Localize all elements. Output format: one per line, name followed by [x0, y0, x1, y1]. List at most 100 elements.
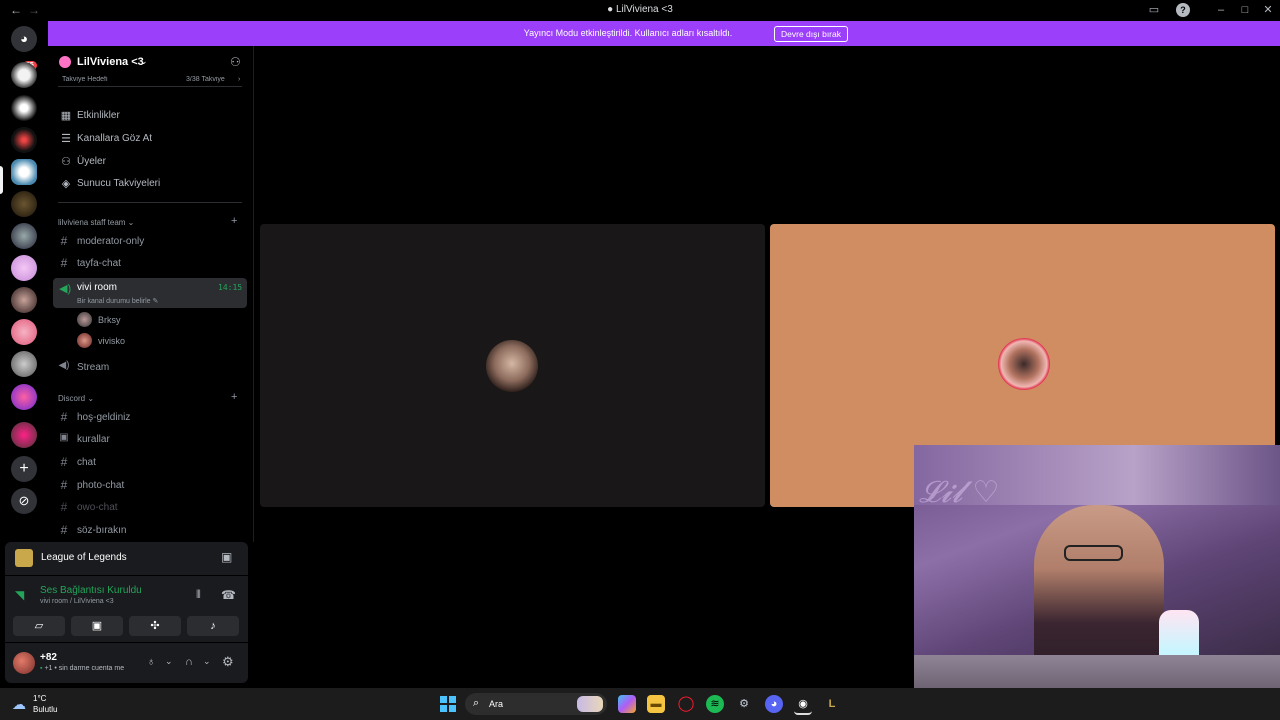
- channel-tayfa-chat[interactable]: # tayfa-chat: [58, 254, 238, 274]
- file-explorer-icon[interactable]: ▬: [647, 695, 665, 713]
- members-icon: ⚇: [61, 156, 71, 168]
- add-server-icon[interactable]: +: [11, 456, 37, 482]
- close-window-icon[interactable]: ✕: [1261, 3, 1275, 17]
- help-icon[interactable]: ?: [1176, 3, 1190, 17]
- menu-events[interactable]: ▦ Etkinlikler: [60, 106, 240, 126]
- channel-soz-birakin[interactable]: # söz-bırakın: [58, 521, 238, 541]
- chevron-down-icon[interactable]: ⌄: [203, 656, 211, 667]
- menu-browse-label: Kanallara Göz At: [77, 133, 153, 144]
- server-icon-6[interactable]: [11, 223, 37, 249]
- league-of-legends-icon: [15, 549, 33, 567]
- activities-icon: ✣: [150, 620, 160, 632]
- channel-chat[interactable]: # chat: [58, 453, 238, 473]
- copilot-icon[interactable]: [618, 695, 636, 713]
- invite-people-icon[interactable]: ⚇: [230, 55, 244, 69]
- settings-gear-icon[interactable]: ⚙: [222, 654, 234, 670]
- screen-share-icon: ▣: [91, 620, 103, 632]
- server-icon-2[interactable]: [11, 95, 37, 121]
- avatar[interactable]: [13, 652, 35, 674]
- game-name: League of Legends: [41, 552, 127, 563]
- server-icon-12[interactable]: [11, 422, 37, 448]
- set-channel-status[interactable]: Bir kanal durumu belirle ✎: [77, 297, 158, 305]
- voice-channel-vivi-room[interactable]: ◀) vivi room 14:15 Bir kanal durumu beli…: [53, 278, 247, 308]
- speaker-icon: ◀): [58, 360, 70, 371]
- spotify-icon[interactable]: ≋: [706, 695, 724, 713]
- streamer-mode-banner: Yayıncı Modu etkinleştirildi. Kullanıcı …: [48, 21, 1280, 46]
- maximize-icon[interactable]: □: [1238, 3, 1252, 17]
- voice-channel-name: vivi room: [77, 282, 118, 293]
- cloud-icon[interactable]: ☁: [12, 696, 26, 713]
- category-discord[interactable]: Discord ⌄: [58, 394, 94, 403]
- steam-icon[interactable]: ⚙: [735, 695, 753, 713]
- menu-events-label: Etkinlikler: [77, 110, 120, 121]
- weather-description[interactable]: Bulutlu: [33, 705, 57, 714]
- menu-server-boosts[interactable]: ◈ Sunucu Takviyeleri: [60, 174, 240, 194]
- webcam-overlay: 𝓛𝓲𝓵 ♡: [914, 445, 1280, 720]
- avatar: [77, 333, 92, 348]
- disconnect-icon[interactable]: ☎: [221, 588, 236, 602]
- hash-icon: #: [60, 500, 68, 514]
- server-icon-7[interactable]: [11, 255, 37, 281]
- voice-connected-title[interactable]: Ses Bağlantısı Kuruldu: [40, 585, 142, 596]
- selected-server-pill: [0, 166, 3, 194]
- menu-members[interactable]: ⚇ Üyeler: [60, 152, 240, 172]
- soundboard-button[interactable]: ♪: [187, 616, 239, 636]
- channel-owo-chat[interactable]: # owo-chat: [58, 498, 238, 518]
- screen-share-button[interactable]: ▣: [71, 616, 123, 636]
- disable-streamer-mode-button[interactable]: Devre dışı bırak: [774, 26, 848, 42]
- chevron-down-icon[interactable]: ⌄: [140, 56, 148, 67]
- game-activity-card: League of Legends ▣: [5, 542, 248, 575]
- home-discord-icon[interactable]: ◕: [11, 26, 37, 52]
- menu-members-label: Üyeler: [77, 156, 106, 167]
- channel-kurallar[interactable]: ▣ kurallar: [58, 430, 238, 450]
- opera-icon[interactable]: ◯: [677, 695, 695, 713]
- menu-browse-channels[interactable]: ☰ Kanallara Göz At: [60, 129, 240, 149]
- channel-moderator-only[interactable]: # moderator-only: [58, 232, 238, 252]
- noise-suppression-icon[interactable]: ⦀: [196, 589, 201, 602]
- soundboard-icon: ♪: [210, 620, 216, 632]
- activities-button[interactable]: ✣: [129, 616, 181, 636]
- server-icon-10[interactable]: [11, 351, 37, 377]
- taskbar-search[interactable]: ⌕ Ara: [465, 693, 607, 715]
- league-client-icon[interactable]: L: [823, 695, 841, 713]
- server-icon-3[interactable]: [11, 127, 37, 153]
- server-icon-11[interactable]: [11, 384, 37, 410]
- signal-icon[interactable]: ◥: [15, 588, 24, 602]
- chevron-down-icon[interactable]: ⌄: [165, 656, 173, 667]
- server-icon-1[interactable]: [11, 62, 37, 88]
- channel-photo-chat[interactable]: # photo-chat: [58, 476, 238, 496]
- voice-channel-stream[interactable]: ◀) Stream: [58, 358, 238, 378]
- server-icon-5[interactable]: [11, 191, 37, 217]
- hash-icon: #: [60, 455, 68, 469]
- windows-start-icon[interactable]: [440, 696, 456, 712]
- headphones-icon[interactable]: ∩: [185, 656, 193, 668]
- taskbar: ☁ 1°C Bulutlu ⌕ Ara ▬ ◯ ≋ ⚙ ◕ ◉ L: [0, 688, 1280, 720]
- hash-icon: #: [60, 478, 68, 492]
- add-channel-icon[interactable]: +: [231, 215, 237, 227]
- obs-icon[interactable]: ◉: [794, 695, 812, 715]
- server-icon-9[interactable]: [11, 319, 37, 345]
- camera-off-icon: ▱: [34, 620, 44, 632]
- boost-goal-bar[interactable]: Takviye Hedefi 3/38 Takviye ›: [60, 76, 244, 86]
- chevron-right-icon: ›: [238, 76, 241, 83]
- channel-hos-geldiniz[interactable]: # hoş-geldiniz: [58, 408, 238, 428]
- weather-temperature[interactable]: 1°C: [33, 694, 46, 703]
- camera-off-button[interactable]: ▱: [13, 616, 65, 636]
- server-avatar-icon: [59, 56, 71, 68]
- discover-compass-icon[interactable]: ⊘: [11, 488, 37, 514]
- participant-tile-1[interactable]: [260, 224, 765, 507]
- calendar-icon: ▦: [60, 110, 72, 122]
- microphone-icon[interactable]: ♁: [147, 656, 155, 668]
- voice-connected-subtitle[interactable]: vivi room / LilViviena <3: [40, 598, 114, 605]
- server-name[interactable]: LilViviena <3: [77, 56, 144, 68]
- minimize-icon[interactable]: –: [1214, 3, 1228, 17]
- avatar: [998, 338, 1050, 390]
- add-channel-icon[interactable]: +: [231, 391, 237, 403]
- stream-game-icon[interactable]: ▣: [221, 550, 232, 564]
- category-staff[interactable]: lilviviena staff team ⌄: [58, 218, 134, 227]
- server-icon-8[interactable]: [11, 287, 37, 313]
- user-name[interactable]: +82: [40, 652, 57, 663]
- inbox-icon[interactable]: ▭: [1147, 3, 1161, 17]
- discord-taskbar-icon[interactable]: ◕: [765, 695, 783, 713]
- server-icon-current[interactable]: [11, 159, 37, 185]
